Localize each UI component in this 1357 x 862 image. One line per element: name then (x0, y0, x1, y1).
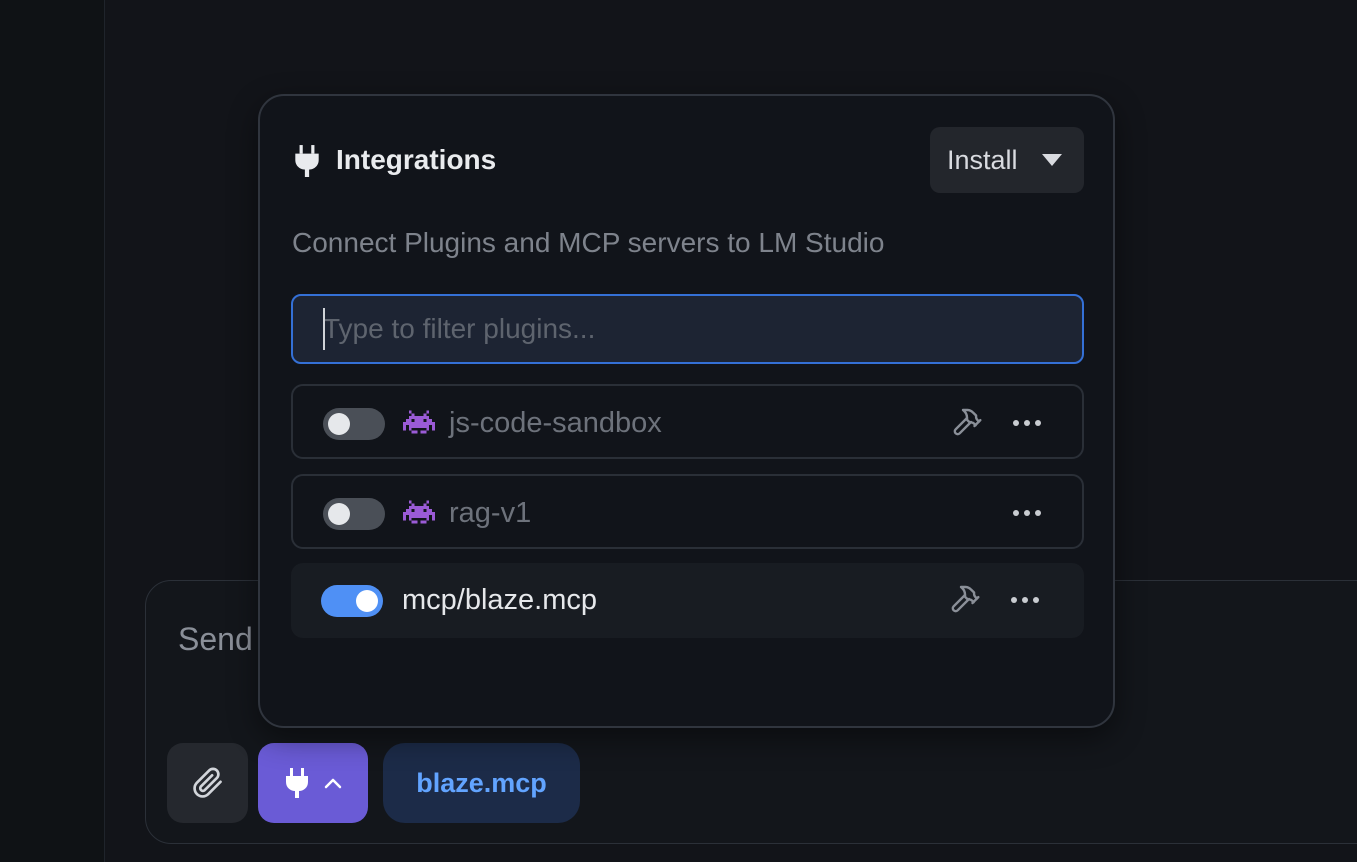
plugin-filter-input[interactable] (291, 294, 1084, 364)
composer-placeholder: Send (178, 621, 253, 657)
plugin-row-blaze-mcp[interactable]: mcp/blaze.mcp (291, 563, 1084, 638)
active-integration-chip[interactable]: blaze.mcp (383, 743, 580, 823)
text-cursor (323, 308, 325, 350)
paperclip-icon (192, 767, 222, 798)
plugin-name: js-code-sandbox (449, 407, 662, 439)
popover-title: Integrations (336, 144, 497, 175)
install-dropdown-button[interactable]: Install (930, 127, 1084, 193)
more-options-icon[interactable] (1011, 506, 1043, 520)
integrations-toggle-button[interactable] (258, 743, 368, 823)
plugin-row-js-code-sandbox[interactable]: js-code-sandbox (291, 384, 1084, 459)
caret-down-icon (1042, 154, 1062, 166)
plugin-toggle[interactable] (323, 408, 385, 440)
hammer-icon[interactable] (949, 583, 981, 615)
space-invader-icon (403, 500, 435, 524)
plugin-toggle[interactable] (323, 498, 385, 530)
attach-file-button[interactable] (167, 743, 248, 823)
more-options-icon[interactable] (1009, 593, 1041, 607)
popover-subtitle: Connect Plugins and MCP servers to LM St… (292, 227, 885, 258)
left-sidebar-strip (0, 0, 105, 862)
plugin-name: mcp/blaze.mcp (402, 584, 598, 616)
chevron-up-icon (324, 778, 342, 789)
hammer-icon[interactable] (951, 406, 983, 438)
plugin-name: rag-v1 (449, 497, 532, 529)
plug-icon (295, 145, 319, 177)
integrations-popover: Integrations Install Connect Plugins and… (258, 94, 1115, 728)
plugin-row-rag-v1[interactable]: rag-v1 (291, 474, 1084, 549)
plugin-toggle[interactable] (321, 585, 383, 617)
space-invader-icon (403, 410, 435, 434)
more-options-icon[interactable] (1011, 416, 1043, 430)
plug-icon (286, 768, 308, 798)
install-label: Install (947, 144, 1018, 175)
